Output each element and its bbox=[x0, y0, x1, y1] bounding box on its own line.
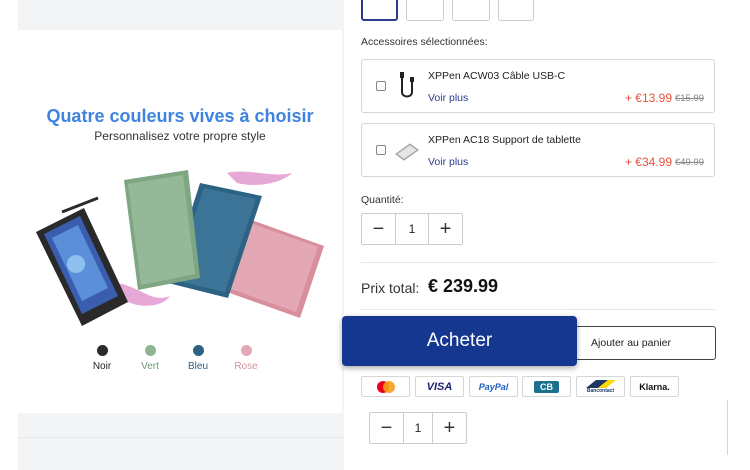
accessory-name: XPPen AC18 Support de tablette bbox=[428, 134, 581, 146]
see-more-link[interactable]: Voir plus bbox=[428, 92, 468, 104]
accessory-price: + €34.99 bbox=[624, 155, 672, 169]
promo-subtitle: Personnalisez votre propre style bbox=[94, 129, 266, 143]
accessory-checkbox[interactable] bbox=[376, 81, 386, 91]
buy-now-button[interactable]: Acheter bbox=[342, 316, 577, 366]
accessory-item-cable[interactable]: XPPen ACW03 Câble USB-C Voir plus + €13.… bbox=[361, 59, 715, 113]
accessory-old-price: €49.99 bbox=[674, 157, 704, 168]
swatch-vert-label: Vert bbox=[141, 361, 159, 372]
bancontact-icon: Bancontact bbox=[576, 376, 625, 397]
usb-cable-icon bbox=[400, 72, 414, 98]
swatch-rose[interactable]: Rose bbox=[226, 345, 266, 372]
panel-edge bbox=[727, 400, 728, 455]
minus-button[interactable]: − bbox=[370, 413, 403, 443]
accessory-price: + €13.99 bbox=[624, 91, 672, 105]
swatch-vert-dot bbox=[144, 345, 156, 356]
quantity-label: Quantité: bbox=[361, 194, 404, 206]
swatch-bleu-label: Bleu bbox=[187, 361, 208, 372]
swatch-bleu-dot bbox=[192, 345, 204, 356]
sticky-quantity-stepper[interactable]: − 1 + bbox=[369, 412, 467, 444]
paypal-icon: PayPal bbox=[469, 376, 518, 397]
variant-option[interactable] bbox=[406, 0, 444, 21]
quantity-stepper[interactable]: − 1 + bbox=[361, 213, 463, 245]
tablets-illustration bbox=[36, 170, 324, 326]
left-divider bbox=[18, 437, 344, 438]
swatch-bleu[interactable]: Bleu bbox=[178, 345, 218, 372]
divider bbox=[361, 309, 715, 310]
swatch-noir-dot bbox=[96, 345, 108, 356]
swatch-noir-label: Noir bbox=[92, 361, 112, 372]
promo-card: Quatre couleurs vives à choisir Personna… bbox=[18, 30, 342, 413]
visa-icon: VISA bbox=[415, 376, 464, 397]
swatch-vert[interactable]: Vert bbox=[130, 345, 170, 372]
divider bbox=[361, 262, 715, 263]
cb-icon: CB bbox=[522, 376, 571, 397]
see-more-link[interactable]: Voir plus bbox=[428, 156, 468, 168]
accessory-item-stand[interactable]: XPPen AC18 Support de tablette Voir plus… bbox=[361, 123, 715, 177]
quantity-value[interactable]: 1 bbox=[395, 214, 429, 244]
accessories-label: Accessoires sélectionnées: bbox=[361, 36, 488, 48]
klarna-icon: Klarna. bbox=[630, 376, 679, 397]
plus-button[interactable]: + bbox=[429, 214, 462, 244]
color-swatches: Noir Vert Bleu Rose bbox=[82, 345, 282, 385]
add-to-cart-button[interactable]: Ajouter au panier bbox=[558, 326, 716, 360]
swatch-noir[interactable]: Noir bbox=[82, 345, 122, 372]
variant-option[interactable] bbox=[498, 0, 534, 21]
minus-button[interactable]: − bbox=[362, 214, 395, 244]
accessory-old-price: €15.99 bbox=[674, 93, 704, 104]
variant-option[interactable] bbox=[452, 0, 490, 21]
tablet-stand-icon bbox=[395, 143, 419, 161]
quantity-value[interactable]: 1 bbox=[403, 413, 433, 443]
accessory-checkbox[interactable] bbox=[376, 145, 386, 155]
mastercard-icon bbox=[361, 376, 410, 397]
bancontact-label: Bancontact bbox=[586, 387, 615, 394]
promo-title: Quatre couleurs vives à choisir bbox=[46, 106, 314, 126]
cb-label: CB bbox=[534, 380, 559, 393]
total-label: Prix total: bbox=[361, 280, 420, 296]
variant-option-selected[interactable] bbox=[361, 0, 398, 21]
plus-button[interactable]: + bbox=[433, 413, 466, 443]
swatch-rose-label: Rose bbox=[234, 361, 258, 372]
accessory-name: XPPen ACW03 Câble USB-C bbox=[428, 70, 566, 82]
total-price: € 239.99 bbox=[428, 276, 499, 296]
swatch-rose-dot bbox=[240, 345, 252, 356]
